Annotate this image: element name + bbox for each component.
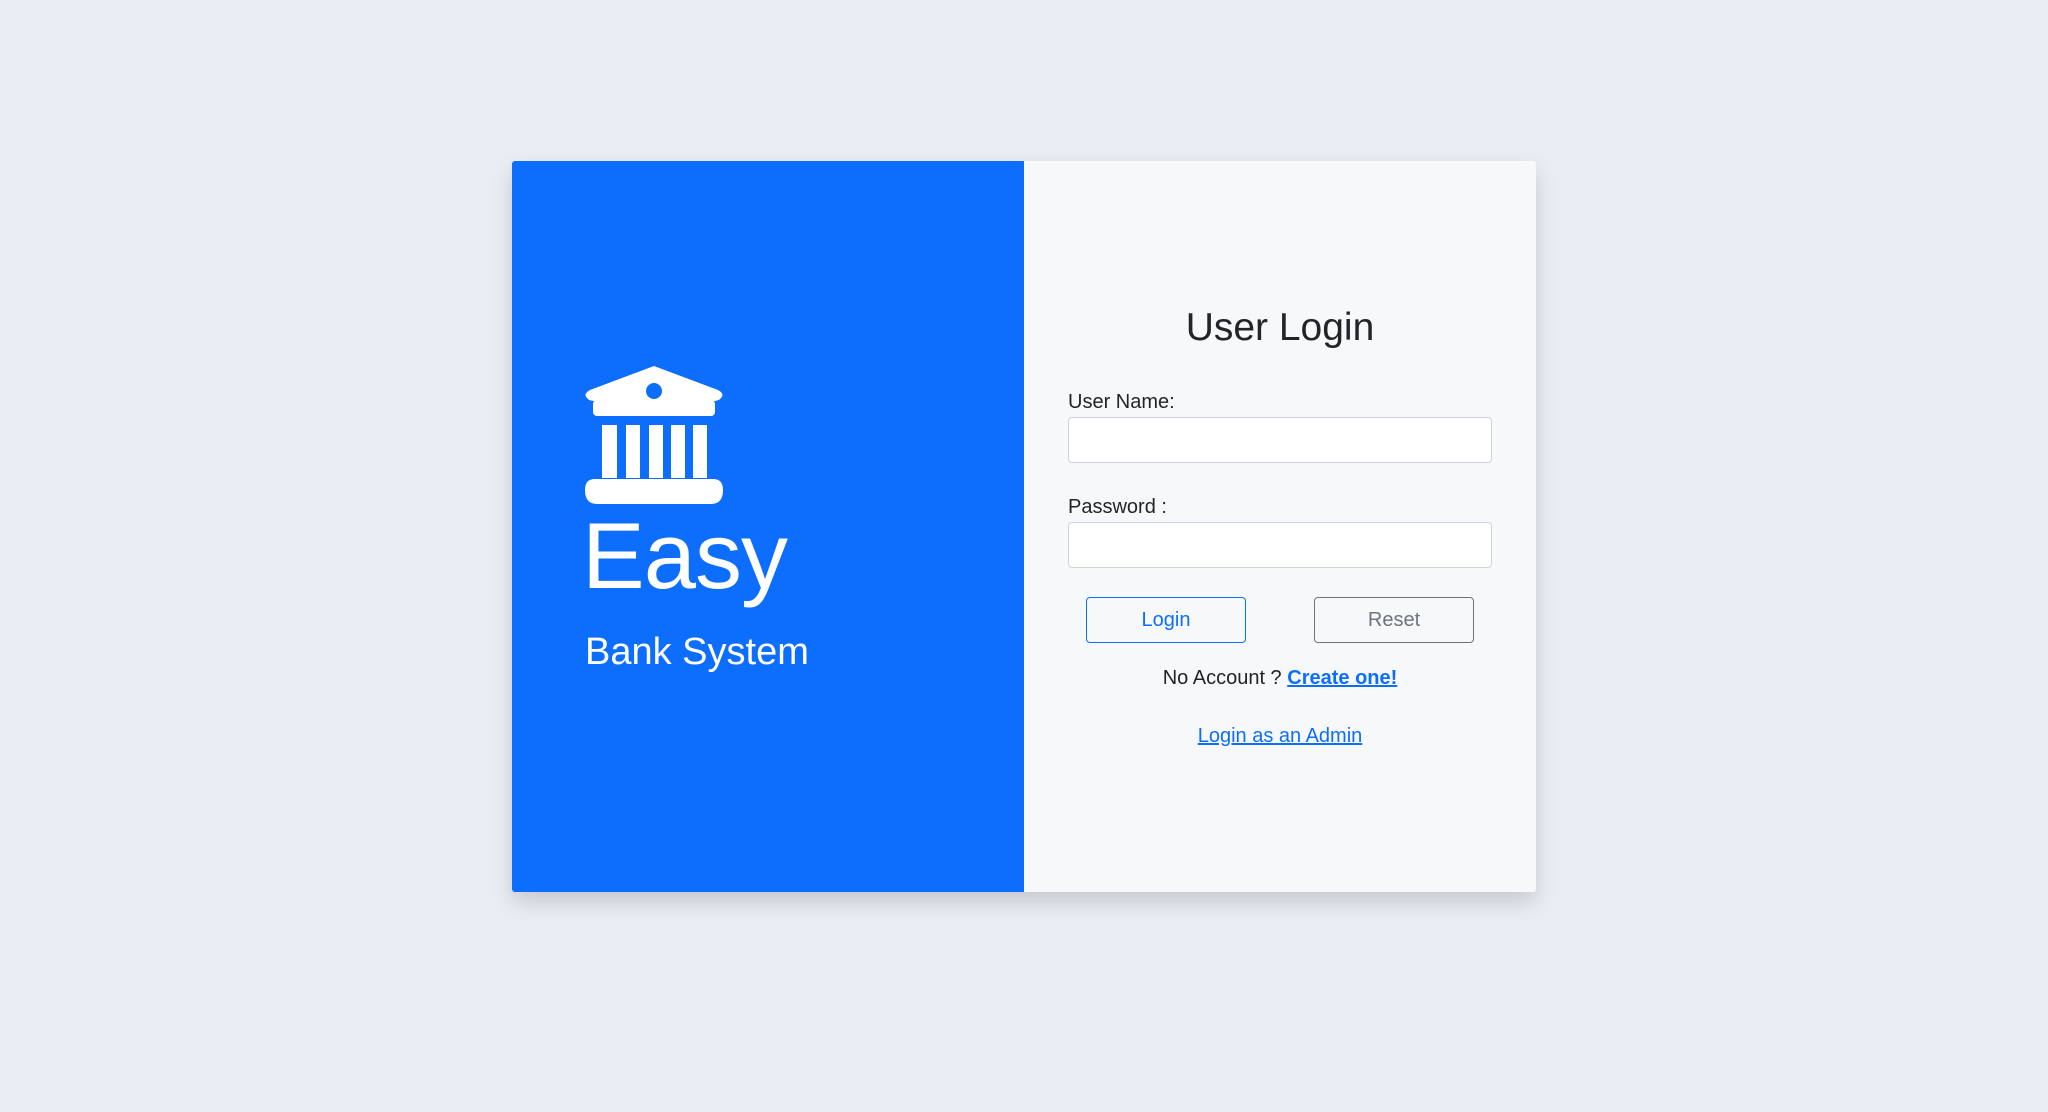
password-label: Password :: [1068, 496, 1167, 518]
create-account-link[interactable]: Create one!: [1287, 667, 1397, 689]
login-card: Easy Bank System User Login User Name: P…: [512, 161, 1536, 892]
no-account-text: No Account ?: [1162, 667, 1288, 689]
password-input[interactable]: [1068, 522, 1492, 568]
brand-title: Easy: [582, 503, 788, 608]
brand-panel: Easy Bank System: [512, 161, 1024, 892]
username-label: User Name:: [1068, 391, 1175, 413]
brand-subtitle: Bank System: [585, 631, 809, 673]
login-button[interactable]: Login: [1086, 597, 1246, 643]
page-title: User Login: [1185, 306, 1375, 349]
login-form-panel: User Login User Name: Password : Login R…: [1024, 161, 1536, 892]
admin-login-link[interactable]: Login as an Admin: [1198, 725, 1363, 747]
reset-button[interactable]: Reset: [1314, 597, 1474, 643]
bank-icon: [585, 366, 723, 504]
username-input[interactable]: [1068, 417, 1492, 463]
no-account-row: No Account ? Create one!: [1024, 667, 1536, 690]
admin-login-row: Login as an Admin: [1024, 725, 1536, 748]
